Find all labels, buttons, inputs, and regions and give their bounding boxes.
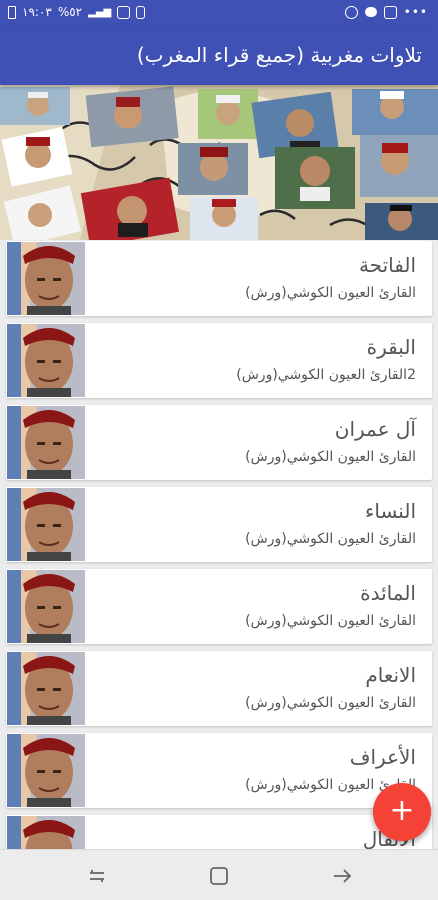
- surah-title: الانعام: [365, 663, 416, 687]
- signal-icon: ▂▄▆: [88, 6, 112, 18]
- status-time: ١٩:٠٣: [22, 5, 52, 19]
- surah-title: الفاتحة: [358, 253, 416, 277]
- app-title: تلاوات مغربية (جميع قراء المغرب): [136, 43, 422, 67]
- reciter-name: القارئ العيون الكوشي(ورش): [245, 285, 416, 301]
- reciter-thumbnail: [7, 242, 85, 315]
- surah-item[interactable]: آل عمران القارئ العيون الكوشي(ورش): [6, 405, 432, 480]
- home-icon: [210, 867, 228, 885]
- add-fab-button[interactable]: +: [373, 783, 431, 841]
- surah-item[interactable]: البقرة 2القارئ العيون الكوشي(ورش): [6, 323, 432, 398]
- surah-item[interactable]: الأنفال: [6, 815, 432, 849]
- battery-icon: [8, 5, 16, 19]
- home-button[interactable]: [207, 864, 231, 888]
- surah-title: المائدة: [360, 581, 416, 605]
- instagram-icon: [383, 5, 397, 19]
- surah-item[interactable]: المائدة القارئ العيون الكوشي(ورش): [6, 569, 432, 644]
- banner-collage-image: [0, 85, 438, 240]
- surah-item[interactable]: الأعراف القارئ العيون الكوشي(ورش): [6, 733, 432, 808]
- reciter-thumbnail: [7, 816, 85, 849]
- surah-title: النساء: [364, 499, 416, 523]
- system-nav-bar: [0, 849, 438, 900]
- reciter-thumbnail: [7, 652, 85, 725]
- sim-icon: [136, 5, 146, 19]
- surah-title: الأعراف: [349, 745, 416, 769]
- back-arrow-icon: [334, 869, 352, 883]
- status-bar: ١٩:٠٣ %٥٢ ▂▄▆ •••: [0, 0, 438, 26]
- reciter-thumbnail: [7, 324, 85, 397]
- notification-icon: [117, 5, 131, 19]
- whatsapp-icon: [344, 5, 358, 19]
- message-icon: [364, 7, 377, 17]
- reciter-name: القارئ العيون الكوشي(ورش): [245, 695, 416, 711]
- surah-item[interactable]: الفاتحة القارئ العيون الكوشي(ورش): [6, 241, 432, 316]
- reciter-thumbnail: [7, 406, 85, 479]
- reciter-thumbnail: [7, 570, 85, 643]
- reciter-name: القارئ العيون الكوشي(ورش): [245, 613, 416, 629]
- reciters-banner: [0, 85, 438, 240]
- surah-list[interactable]: الفاتحة القارئ العيون الكوشي(ورش) البقرة…: [0, 241, 438, 849]
- reciter-name: القارئ العيون الكوشي(ورش): [245, 531, 416, 547]
- surah-item[interactable]: الانعام القارئ العيون الكوشي(ورش): [6, 651, 432, 726]
- status-left: ١٩:٠٣ %٥٢ ▂▄▆: [8, 5, 146, 19]
- back-button[interactable]: [330, 864, 354, 888]
- reciter-thumbnail: [7, 734, 85, 807]
- surah-item[interactable]: النساء القارئ العيون الكوشي(ورش): [6, 487, 432, 562]
- surah-title: آل عمران: [334, 417, 416, 441]
- more-dots-icon: •••: [403, 5, 428, 19]
- reciter-thumbnail: [7, 488, 85, 561]
- reciter-name: 2القارئ العيون الكوشي(ورش): [236, 367, 416, 383]
- app-bar: تلاوات مغربية (جميع قراء المغرب): [0, 26, 438, 85]
- plus-icon: +: [389, 793, 415, 828]
- recent-apps-button[interactable]: [85, 864, 109, 888]
- battery-percent: %٥٢: [57, 5, 83, 19]
- status-right: •••: [344, 5, 428, 19]
- surah-title: البقرة: [366, 335, 416, 359]
- recent-apps-icon: [90, 870, 104, 882]
- reciter-name: القارئ العيون الكوشي(ورش): [245, 449, 416, 465]
